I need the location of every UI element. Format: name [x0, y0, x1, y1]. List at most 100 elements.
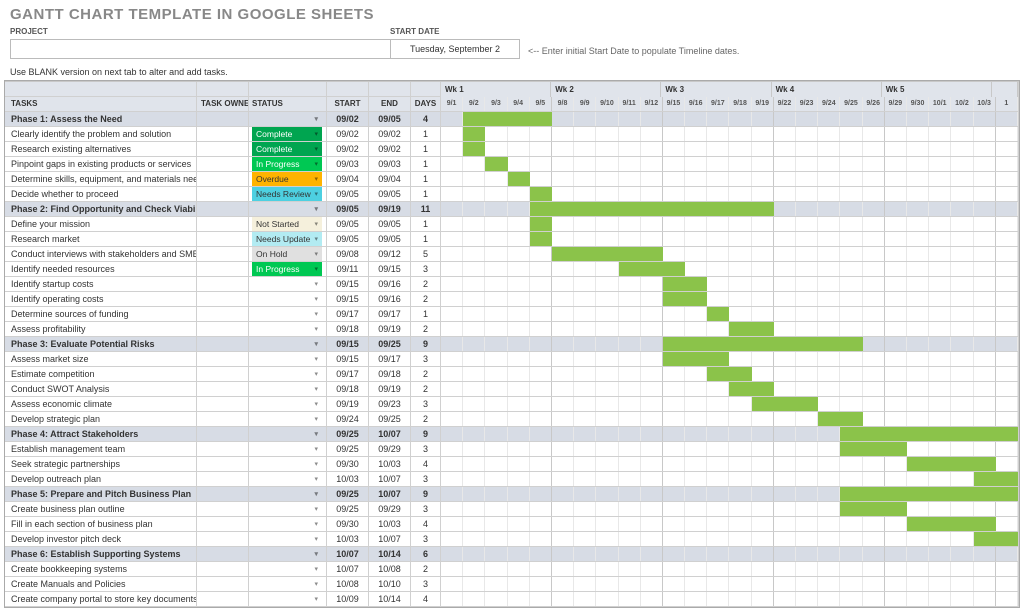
- task-name[interactable]: Clearly identify the problem and solutio…: [5, 127, 197, 141]
- status-cell[interactable]: On Hold▾: [249, 247, 327, 261]
- end-date[interactable]: 09/05: [369, 217, 411, 231]
- task-row[interactable]: Pinpoint gaps in existing products or se…: [5, 157, 1019, 172]
- end-date[interactable]: 10/03: [369, 517, 411, 531]
- task-name[interactable]: Estimate competition: [5, 367, 197, 381]
- status-cell[interactable]: ▾: [249, 547, 327, 561]
- chevron-down-icon[interactable]: ▾: [314, 325, 318, 333]
- task-name[interactable]: Determine skills, equipment, and materia…: [5, 172, 197, 186]
- project-input[interactable]: [10, 39, 390, 59]
- end-date[interactable]: 09/03: [369, 157, 411, 171]
- start-date[interactable]: 09/19: [327, 397, 369, 411]
- status-pill[interactable]: ▾: [252, 202, 322, 216]
- status-cell[interactable]: ▾: [249, 337, 327, 351]
- end-date[interactable]: 09/16: [369, 277, 411, 291]
- end-date[interactable]: 10/07: [369, 427, 411, 441]
- task-row[interactable]: Create Manuals and Policies▾10/0810/103: [5, 577, 1019, 592]
- task-owner[interactable]: [197, 442, 249, 456]
- end-date[interactable]: 10/07: [369, 472, 411, 486]
- chevron-down-icon[interactable]: ▾: [314, 310, 318, 318]
- status-pill[interactable]: ▾: [252, 577, 322, 591]
- start-date[interactable]: 09/25: [327, 442, 369, 456]
- task-owner[interactable]: [197, 472, 249, 486]
- end-date[interactable]: 10/10: [369, 577, 411, 591]
- task-row[interactable]: Research existing alternativesComplete▾0…: [5, 142, 1019, 157]
- task-row[interactable]: Determine skills, equipment, and materia…: [5, 172, 1019, 187]
- chevron-down-icon[interactable]: ▾: [314, 460, 318, 468]
- status-cell[interactable]: ▾: [249, 367, 327, 381]
- start-date[interactable]: 09/30: [327, 457, 369, 471]
- task-owner[interactable]: [197, 487, 249, 501]
- task-name[interactable]: Create company portal to store key docum…: [5, 592, 197, 606]
- phase-row[interactable]: Phase 3: Evaluate Potential Risks▾09/150…: [5, 337, 1019, 352]
- start-date[interactable]: 09/02: [327, 142, 369, 156]
- status-pill[interactable]: ▾: [252, 112, 322, 126]
- task-row[interactable]: Assess profitability▾09/1809/192: [5, 322, 1019, 337]
- status-pill[interactable]: ▾: [252, 547, 322, 561]
- task-name[interactable]: Decide whether to proceed: [5, 187, 197, 201]
- status-pill[interactable]: ▾: [252, 517, 322, 531]
- task-owner[interactable]: [197, 172, 249, 186]
- chevron-down-icon[interactable]: ▾: [314, 415, 318, 423]
- status-cell[interactable]: ▾: [249, 292, 327, 306]
- chevron-down-icon[interactable]: ▾: [314, 595, 318, 603]
- chevron-down-icon[interactable]: ▾: [314, 280, 318, 288]
- status-cell[interactable]: ▾: [249, 397, 327, 411]
- task-row[interactable]: Assess economic climate▾09/1909/233: [5, 397, 1019, 412]
- chevron-down-icon[interactable]: ▾: [314, 430, 318, 438]
- task-owner[interactable]: [197, 262, 249, 276]
- task-row[interactable]: Conduct interviews with stakeholders and…: [5, 247, 1019, 262]
- start-date[interactable]: 09/05: [327, 232, 369, 246]
- task-row[interactable]: Fill in each section of business plan▾09…: [5, 517, 1019, 532]
- start-date[interactable]: 09/02: [327, 127, 369, 141]
- task-name[interactable]: Phase 1: Assess the Need: [5, 112, 197, 126]
- start-date[interactable]: 09/03: [327, 157, 369, 171]
- chevron-down-icon[interactable]: ▾: [314, 505, 318, 513]
- task-owner[interactable]: [197, 217, 249, 231]
- task-name[interactable]: Research market: [5, 232, 197, 246]
- start-date[interactable]: 09/18: [327, 382, 369, 396]
- start-date[interactable]: 09/18: [327, 322, 369, 336]
- status-pill[interactable]: Not Started▾: [252, 217, 322, 231]
- end-date[interactable]: 09/19: [369, 322, 411, 336]
- chevron-down-icon[interactable]: ▾: [314, 160, 318, 168]
- task-name[interactable]: Phase 4: Attract Stakeholders: [5, 427, 197, 441]
- status-cell[interactable]: Complete▾: [249, 127, 327, 141]
- task-row[interactable]: Clearly identify the problem and solutio…: [5, 127, 1019, 142]
- task-row[interactable]: Assess market size▾09/1509/173: [5, 352, 1019, 367]
- chevron-down-icon[interactable]: ▾: [314, 205, 318, 213]
- chevron-down-icon[interactable]: ▾: [314, 400, 318, 408]
- end-date[interactable]: 09/02: [369, 127, 411, 141]
- task-name[interactable]: Create bookkeeping systems: [5, 562, 197, 576]
- status-pill[interactable]: ▾: [252, 412, 322, 426]
- task-owner[interactable]: [197, 202, 249, 216]
- end-date[interactable]: 09/29: [369, 502, 411, 516]
- status-pill[interactable]: ▾: [252, 382, 322, 396]
- start-date[interactable]: 09/04: [327, 172, 369, 186]
- task-owner[interactable]: [197, 337, 249, 351]
- status-pill[interactable]: Complete▾: [252, 142, 322, 156]
- status-cell[interactable]: ▾: [249, 412, 327, 426]
- start-date[interactable]: 10/08: [327, 577, 369, 591]
- start-date[interactable]: 09/08: [327, 247, 369, 261]
- status-cell[interactable]: Needs Update▾: [249, 232, 327, 246]
- status-cell[interactable]: ▾: [249, 202, 327, 216]
- task-owner[interactable]: [197, 382, 249, 396]
- task-name[interactable]: Identify startup costs: [5, 277, 197, 291]
- task-name[interactable]: Assess economic climate: [5, 397, 197, 411]
- chevron-down-icon[interactable]: ▾: [314, 565, 318, 573]
- task-row[interactable]: Estimate competition▾09/1709/182: [5, 367, 1019, 382]
- end-date[interactable]: 09/18: [369, 367, 411, 381]
- task-owner[interactable]: [197, 232, 249, 246]
- task-owner[interactable]: [197, 562, 249, 576]
- task-owner[interactable]: [197, 397, 249, 411]
- start-date[interactable]: 09/17: [327, 367, 369, 381]
- startdate-input[interactable]: Tuesday, September 2: [390, 39, 520, 59]
- end-date[interactable]: 09/25: [369, 412, 411, 426]
- task-owner[interactable]: [197, 592, 249, 606]
- task-owner[interactable]: [197, 352, 249, 366]
- task-name[interactable]: Phase 6: Establish Supporting Systems: [5, 547, 197, 561]
- task-name[interactable]: Identify needed resources: [5, 262, 197, 276]
- phase-row[interactable]: Phase 1: Assess the Need▾09/0209/054: [5, 112, 1019, 127]
- task-name[interactable]: Phase 2: Find Opportunity and Check Viab…: [5, 202, 197, 216]
- status-pill[interactable]: ▾: [252, 292, 322, 306]
